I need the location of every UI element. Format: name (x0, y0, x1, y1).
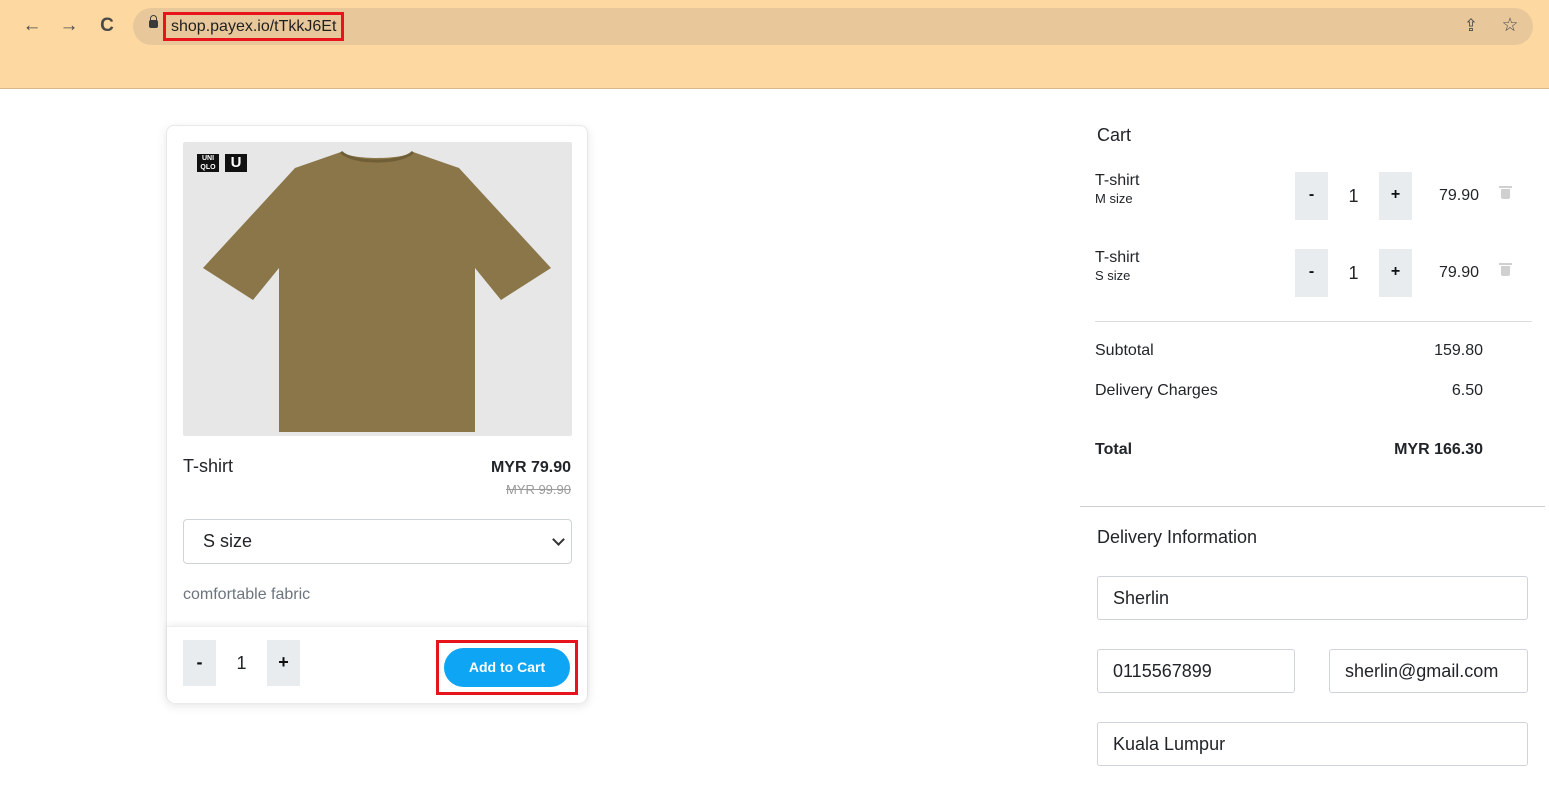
cart-title: Cart (1097, 125, 1132, 145)
product-image: UNI QLO U (183, 142, 572, 436)
cart-item-price: 79.90 (1439, 264, 1480, 281)
address-bar[interactable]: shop.payex.io/tTkkJ6Et ⇪ ☆ (133, 8, 1533, 45)
cart-item-quantity-stepper: - 1 + (1295, 172, 1412, 220)
email-input[interactable]: sherlin@gmail.com (1329, 649, 1528, 693)
cart-item-quantity-stepper: - 1 + (1295, 249, 1412, 297)
bookmark-star-icon[interactable]: ☆ (1500, 16, 1520, 36)
cart-item-decrease-button[interactable]: - (1295, 249, 1328, 297)
phone-input[interactable]: 0115567899 (1097, 649, 1295, 693)
cart-item-quantity[interactable]: 1 (1328, 172, 1379, 220)
increase-quantity-button[interactable]: + (267, 640, 300, 686)
trash-icon[interactable] (1499, 263, 1512, 276)
cart-item-name: T-shirt (1095, 172, 1140, 189)
product-card: UNI QLO U T-shirt MYR 79.90 MYR 99.90 S … (166, 125, 588, 703)
chevron-down-icon (552, 533, 565, 546)
uniqlo-logo: UNI QLO U (197, 154, 247, 172)
cart-item-variant: M size (1095, 191, 1133, 206)
back-arrow-icon[interactable]: ← (20, 14, 44, 38)
delivery-info-title: Delivery Information (1097, 527, 1258, 547)
trash-icon[interactable] (1499, 186, 1512, 199)
name-input[interactable]: Sherlin (1097, 576, 1528, 620)
browser-chrome: ← → C shop.payex.io/tTkkJ6Et ⇪ ☆ (0, 0, 1549, 89)
original-price: MYR 99.90 (505, 482, 571, 497)
product-name: T-shirt (183, 456, 234, 476)
cart-item-name: T-shirt (1095, 249, 1140, 266)
size-select-value: S size (203, 531, 253, 551)
product-price: MYR 79.90 (490, 459, 571, 476)
url-text[interactable]: shop.payex.io/tTkkJ6Et (163, 12, 345, 41)
subtotal-value: 159.80 (1434, 342, 1483, 359)
product-description: comfortable fabric (183, 586, 311, 603)
cart-item-price: 79.90 (1439, 187, 1480, 204)
cart-item: T-shirt S size - 1 + 79.90 (1095, 249, 1535, 297)
cart-item: T-shirt M size - 1 + 79.90 (1095, 172, 1535, 220)
total-value: MYR 166.30 (1394, 441, 1483, 458)
section-divider (1080, 506, 1545, 507)
delivery-charges-value: 6.50 (1451, 382, 1483, 399)
forward-arrow-icon[interactable]: → (57, 14, 81, 38)
lock-icon (149, 15, 158, 28)
quantity-stepper: - 1 + (183, 640, 300, 686)
cart-item-variant: S size (1095, 268, 1131, 283)
cart-item-increase-button[interactable]: + (1379, 249, 1412, 297)
cart-divider (1095, 321, 1532, 322)
quantity-value[interactable]: 1 (216, 640, 267, 686)
cart-item-increase-button[interactable]: + (1379, 172, 1412, 220)
size-select[interactable]: S size (183, 519, 572, 564)
address-input[interactable]: Kuala Lumpur (1097, 722, 1528, 766)
cart-item-decrease-button[interactable]: - (1295, 172, 1328, 220)
total-label: Total (1095, 441, 1133, 458)
reload-icon[interactable]: C (95, 14, 119, 38)
tshirt-image (203, 150, 551, 432)
share-icon[interactable]: ⇪ (1461, 16, 1481, 36)
subtotal-label: Subtotal (1095, 342, 1154, 359)
cart-item-quantity[interactable]: 1 (1328, 249, 1379, 297)
add-to-cart-highlight: Add to Cart (436, 640, 578, 695)
decrease-quantity-button[interactable]: - (183, 640, 216, 686)
add-to-cart-button[interactable]: Add to Cart (444, 648, 570, 687)
delivery-charges-label: Delivery Charges (1095, 382, 1218, 399)
